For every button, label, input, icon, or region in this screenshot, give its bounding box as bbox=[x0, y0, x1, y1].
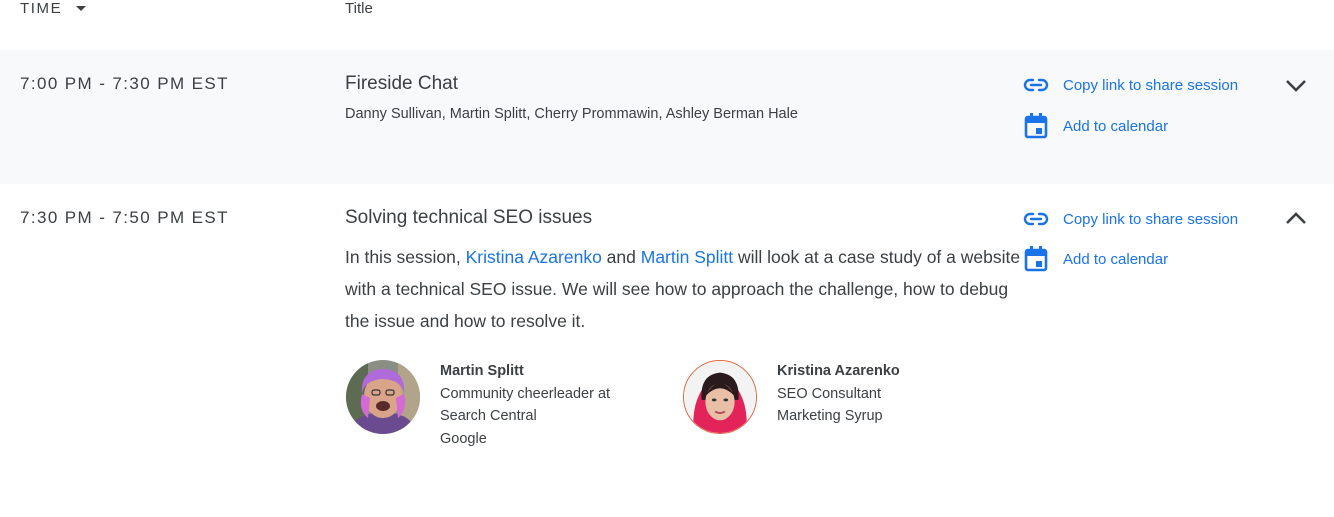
speaker-name: Martin Splitt bbox=[440, 363, 524, 379]
session-title[interactable]: Solving technical SEO issues bbox=[345, 207, 592, 229]
add-to-calendar-button[interactable]: Add to calendar bbox=[1022, 246, 1169, 272]
chevron-up-icon[interactable] bbox=[1284, 207, 1308, 231]
session-time: 7:30 PM - 7:50 PM EST bbox=[20, 208, 229, 227]
description-text: In this session, bbox=[345, 247, 466, 267]
session-speakers: Danny Sullivan, Martin Splitt, Cherry Pr… bbox=[345, 106, 798, 122]
session-row[interactable]: 7:30 PM - 7:50 PM EST Solving technical … bbox=[0, 184, 1334, 517]
speaker-name: Kristina Azarenko bbox=[777, 363, 900, 379]
speaker-role: Community cheerleader at bbox=[440, 385, 611, 402]
link-icon bbox=[1022, 207, 1050, 231]
calendar-icon bbox=[1022, 246, 1050, 272]
session-description: In this session, Kristina Azarenko and M… bbox=[345, 241, 1023, 337]
copy-link-button[interactable]: Copy link to share session bbox=[1022, 207, 1238, 231]
time-header-label: TIME bbox=[20, 0, 63, 17]
avatar bbox=[346, 360, 420, 434]
session-title[interactable]: Fireside Chat bbox=[345, 73, 458, 95]
add-to-calendar-button[interactable]: Add to calendar bbox=[1022, 113, 1169, 139]
add-to-calendar-label: Add to calendar bbox=[1063, 117, 1169, 135]
add-to-calendar-label: Add to calendar bbox=[1063, 250, 1169, 268]
description-text: and bbox=[601, 247, 641, 267]
copy-link-button[interactable]: Copy link to share session bbox=[1022, 73, 1238, 97]
speaker-role: SEO Consultant bbox=[777, 385, 881, 402]
speaker-company: Marketing Syrup bbox=[777, 408, 883, 424]
speaker-link-martin[interactable]: Martin Splitt bbox=[641, 247, 733, 267]
time-column-header[interactable]: TIME bbox=[20, 0, 87, 17]
speaker-info: Kristina Azarenko SEO Consultant Marketi… bbox=[777, 360, 900, 434]
speaker-company: Google bbox=[440, 430, 487, 447]
speaker-card: Kristina Azarenko SEO Consultant Marketi… bbox=[683, 360, 900, 434]
calendar-icon bbox=[1022, 113, 1050, 139]
session-row[interactable]: 7:00 PM - 7:30 PM EST Fireside Chat Dann… bbox=[0, 50, 1334, 184]
speaker-card: Martin Splitt Community cheerleader at S… bbox=[346, 360, 610, 450]
copy-link-label: Copy link to share session bbox=[1063, 76, 1239, 94]
schedule-header: TIME Title bbox=[0, 0, 1334, 50]
link-icon bbox=[1022, 73, 1050, 97]
speaker-info: Martin Splitt Community cheerleader at S… bbox=[440, 360, 610, 450]
avatar bbox=[683, 360, 757, 434]
speaker-role: Search Central bbox=[440, 408, 537, 424]
title-column-header: Title bbox=[345, 0, 373, 17]
copy-link-label: Copy link to share session bbox=[1063, 210, 1239, 228]
chevron-down-icon[interactable] bbox=[1284, 73, 1308, 97]
speaker-link-kristina[interactable]: Kristina Azarenko bbox=[466, 247, 602, 267]
session-time: 7:00 PM - 7:30 PM EST bbox=[20, 74, 229, 93]
sort-down-icon[interactable] bbox=[76, 6, 87, 11]
